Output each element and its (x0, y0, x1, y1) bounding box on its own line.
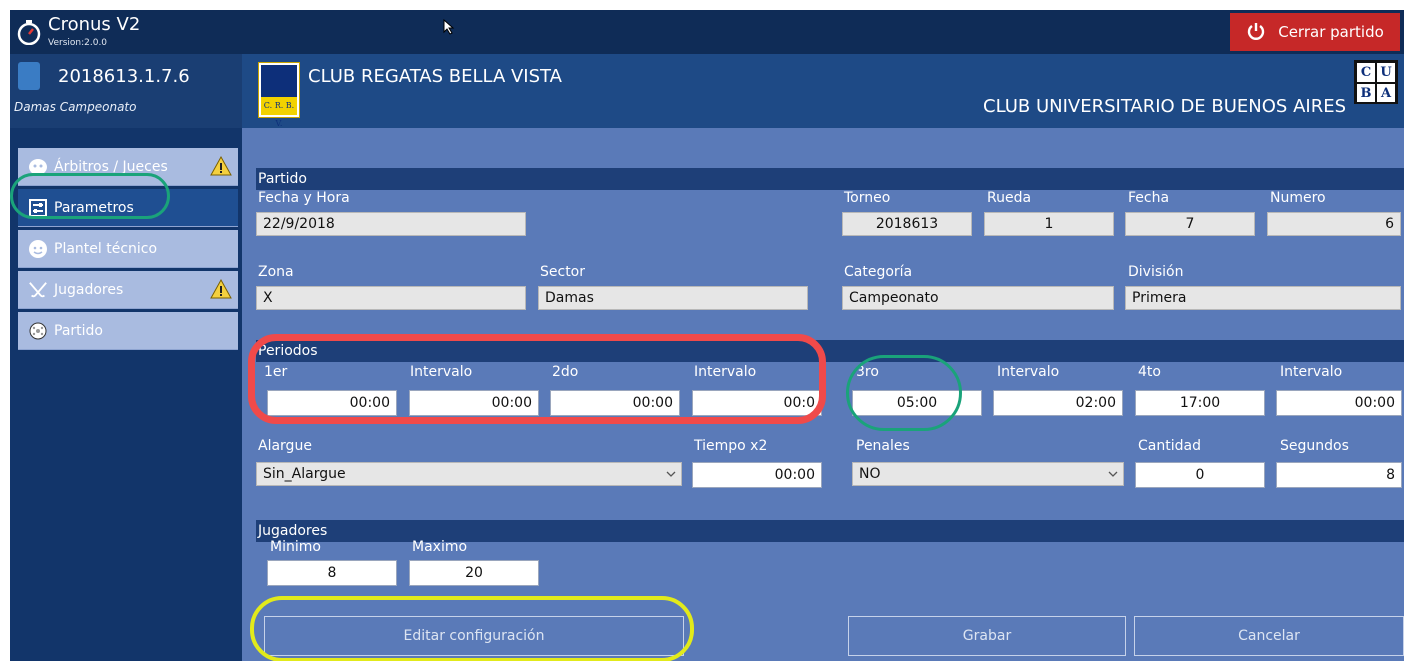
label-4to: 4to (1138, 364, 1161, 380)
label-3ro: 3ro (856, 364, 879, 380)
match-category: Damas Campeonato (14, 100, 137, 114)
intervalo-4-input[interactable]: 00:00 (1276, 390, 1402, 416)
penales-select[interactable]: NO (852, 462, 1124, 486)
close-match-button[interactable]: Cerrar partido (1230, 13, 1400, 51)
save-button[interactable]: Grabar (848, 616, 1126, 656)
label-maximo: Maximo (412, 539, 468, 555)
sidebar: Árbitros / Jueces Parametros Plantel téc… (10, 128, 242, 661)
match-header: 2018613.1.7.6 Damas Campeonato C. R. B. … (10, 54, 1404, 128)
power-icon (1248, 23, 1265, 40)
label-numero: Numero (1270, 190, 1326, 206)
label-categoria: Categoría (844, 264, 913, 280)
app-window: Cronus V2 Version:2.0.0 Cerrar partido 2… (10, 10, 1404, 661)
minimo-input[interactable]: 8 (267, 560, 397, 586)
label-intervalo-2: Intervalo (694, 364, 757, 380)
cantidad-input[interactable]: 0 (1135, 462, 1265, 488)
stopwatch-icon (17, 20, 41, 45)
league-logo (18, 62, 40, 90)
intervalo-2-input[interactable]: 00:0 (692, 390, 822, 416)
label-cantidad: Cantidad (1138, 438, 1201, 454)
categoria-field[interactable]: Campeonato (842, 286, 1114, 310)
label-penales: Penales (856, 438, 910, 454)
hockey-sticks-icon (28, 280, 48, 300)
alargue-select[interactable]: Sin_Alargue (256, 462, 682, 486)
sector-field[interactable]: Damas (538, 286, 808, 310)
label-intervalo-3: Intervalo (997, 364, 1060, 380)
section-periodos: Periodos (256, 340, 1404, 362)
fecha-field[interactable]: 7 (1125, 212, 1255, 236)
fecha-hora-field[interactable]: 22/9/2018 (256, 212, 526, 236)
close-match-label: Cerrar partido (1278, 23, 1384, 41)
referee-mask-icon (28, 157, 48, 177)
numero-field[interactable]: 6 (1267, 212, 1401, 236)
label-sector: Sector (540, 264, 586, 280)
sidebar-item-plantel[interactable]: Plantel técnico (18, 230, 238, 268)
label-rueda: Rueda (987, 190, 1032, 206)
app-brand: Cronus V2 Version:2.0.0 (16, 14, 241, 50)
segundos-input[interactable]: 8 (1276, 462, 1402, 488)
label-intervalo-1: Intervalo (410, 364, 473, 380)
tiempo-x2-input[interactable]: 00:00 (692, 462, 822, 488)
label-zona: Zona (258, 264, 294, 280)
periodo-1-input[interactable]: 00:00 (267, 390, 397, 416)
home-team-logo: C. R. B. V. (258, 62, 300, 128)
edit-config-button[interactable]: Editar configuración (264, 616, 684, 656)
match-id-panel: 2018613.1.7.6 Damas Campeonato (10, 54, 242, 128)
label-fecha: Fecha (1128, 190, 1170, 206)
alargue-value: Sin_Alargue (263, 466, 346, 482)
sidebar-item-label: Árbitros / Jueces (54, 158, 168, 175)
settings-icon (28, 198, 48, 218)
home-team-name: CLUB REGATAS BELLA VISTA (308, 66, 562, 87)
section-partido: Partido (256, 168, 1404, 190)
title-bar: Cronus V2 Version:2.0.0 Cerrar partido (10, 10, 1404, 54)
match-code: 2018613.1.7.6 (58, 66, 190, 87)
periodo-2-input[interactable]: 00:00 (550, 390, 680, 416)
main-panel: Partido Fecha y Hora 22/9/2018 Torneo 20… (242, 128, 1404, 661)
torneo-field[interactable]: 2018613 (842, 212, 972, 236)
sidebar-item-label: Plantel técnico (54, 240, 158, 257)
mouse-cursor-icon (443, 19, 455, 35)
intervalo-3-input[interactable]: 02:00 (993, 390, 1123, 416)
sidebar-item-arbitros[interactable]: Árbitros / Jueces (18, 148, 238, 186)
label-torneo: Torneo (844, 190, 891, 206)
intervalo-1-input[interactable]: 00:00 (409, 390, 539, 416)
rueda-field[interactable]: 1 (984, 212, 1114, 236)
coach-icon (28, 239, 48, 259)
away-team-logo: C U B A (1354, 60, 1398, 104)
sidebar-item-label: Parametros (54, 199, 134, 216)
sidebar-item-partido[interactable]: Partido (18, 312, 238, 350)
warning-icon (210, 279, 232, 299)
sidebar-item-label: Jugadores (54, 281, 124, 298)
division-field[interactable]: Primera (1125, 286, 1401, 310)
app-version: Version:2.0.0 (48, 38, 108, 48)
maximo-input[interactable]: 20 (409, 560, 539, 586)
label-segundos: Segundos (1280, 438, 1349, 454)
label-minimo: Minimo (270, 539, 321, 555)
home-logo-text: C. R. B. V. (261, 97, 297, 128)
chevron-down-icon (1108, 471, 1118, 477)
label-intervalo-4: Intervalo (1280, 364, 1343, 380)
periodo-3-input[interactable]: 05:00 (852, 390, 982, 416)
sidebar-item-parametros[interactable]: Parametros (18, 189, 238, 227)
penales-value: NO (859, 466, 881, 482)
sidebar-item-jugadores[interactable]: Jugadores (18, 271, 238, 309)
cancel-button[interactable]: Cancelar (1134, 616, 1404, 656)
sidebar-item-label: Partido (54, 322, 103, 339)
label-1er: 1er (264, 364, 288, 380)
periodo-4-input[interactable]: 17:00 (1135, 390, 1265, 416)
label-tiempo-x2: Tiempo x2 (694, 438, 768, 454)
away-team-name: CLUB UNIVERSITARIO DE BUENOS AIRES (983, 96, 1346, 117)
chevron-down-icon (666, 471, 676, 477)
ball-icon (28, 321, 48, 341)
zona-field[interactable]: X (256, 286, 526, 310)
label-division: División (1128, 264, 1184, 280)
warning-icon (210, 156, 232, 176)
label-alargue: Alargue (258, 438, 312, 454)
app-title: Cronus V2 (48, 14, 141, 35)
label-2do: 2do (552, 364, 579, 380)
label-fecha-hora: Fecha y Hora (258, 190, 350, 206)
